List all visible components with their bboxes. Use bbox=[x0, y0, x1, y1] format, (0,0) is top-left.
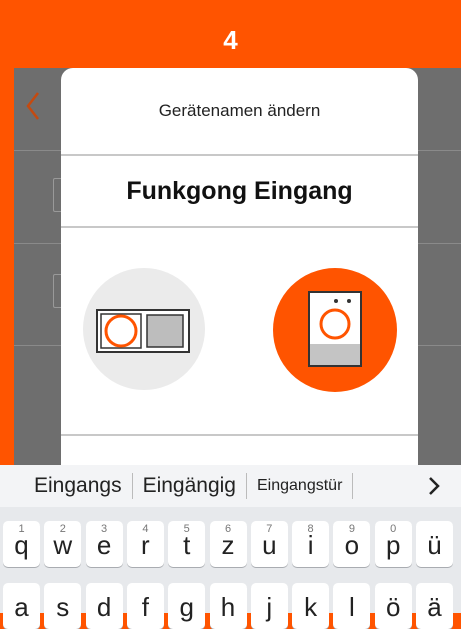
key-i[interactable]: 8i bbox=[292, 521, 330, 567]
key-label: j bbox=[266, 592, 273, 622]
key-w[interactable]: 2w bbox=[44, 521, 82, 567]
suggestion-bar: Eingangs Eingängig Eingangstür bbox=[0, 465, 461, 507]
rename-device-dialog: Gerätenamen ändern Funkgong Eingang bbox=[61, 68, 418, 465]
key-label: a bbox=[14, 592, 29, 622]
suggestion-separator bbox=[131, 473, 133, 499]
key-label: h bbox=[220, 592, 236, 622]
step-number: 4 bbox=[223, 24, 238, 55]
step-indicator: 4 bbox=[0, 12, 461, 68]
key-label: r bbox=[141, 530, 150, 560]
key-label: e bbox=[96, 530, 112, 560]
key-g[interactable]: g bbox=[168, 583, 206, 629]
background-divider bbox=[418, 345, 461, 346]
key-label: k bbox=[304, 592, 318, 622]
key-ä[interactable]: ä bbox=[416, 583, 453, 629]
key-q[interactable]: 1q bbox=[3, 521, 40, 567]
key-r[interactable]: 4r bbox=[126, 521, 164, 567]
key-u[interactable]: 7u bbox=[250, 521, 288, 567]
suggestion-separator bbox=[246, 473, 247, 499]
key-label: ü bbox=[427, 530, 442, 560]
device-option-doorbell[interactable] bbox=[273, 268, 397, 392]
key-k[interactable]: k bbox=[292, 583, 330, 629]
suggestion-2[interactable]: Eingängig bbox=[143, 474, 236, 498]
divider bbox=[61, 434, 418, 436]
key-l[interactable]: l bbox=[333, 583, 371, 629]
key-label: ä bbox=[427, 592, 442, 622]
key-label: q bbox=[14, 530, 29, 560]
key-label: p bbox=[385, 530, 401, 560]
doorbell-device-icon bbox=[308, 291, 362, 367]
device-name-field[interactable]: Funkgong Eingang bbox=[61, 156, 418, 226]
key-label: o bbox=[344, 530, 360, 560]
suggestion-3[interactable]: Eingangstür bbox=[257, 477, 342, 495]
back-chevron-icon[interactable] bbox=[18, 88, 50, 124]
key-ü[interactable]: ü bbox=[416, 521, 453, 567]
keyboard-row-1: 1q2w3e4r5t6z7u8i9o0p ü bbox=[0, 521, 461, 567]
key-label: t bbox=[183, 530, 191, 560]
onscreen-keyboard: Eingangs Eingängig Eingangstür 1q2w3e4r5… bbox=[0, 465, 461, 629]
chevron-right-icon[interactable] bbox=[417, 469, 451, 503]
background-divider bbox=[418, 243, 461, 244]
key-label: z bbox=[221, 530, 235, 560]
key-a[interactable]: a bbox=[3, 583, 40, 629]
key-t[interactable]: 5t bbox=[168, 521, 206, 567]
step-header: 4 bbox=[0, 0, 461, 68]
key-h[interactable]: h bbox=[209, 583, 247, 629]
key-label: g bbox=[179, 592, 194, 622]
key-e[interactable]: 3e bbox=[85, 521, 123, 567]
key-label: w bbox=[53, 530, 73, 560]
key-p[interactable]: 0p bbox=[374, 521, 412, 567]
key-label: l bbox=[349, 592, 355, 622]
dialog-title: Gerätenamen ändern bbox=[158, 101, 321, 120]
background-divider bbox=[14, 243, 61, 244]
chime-device-icon bbox=[96, 309, 190, 353]
key-label: f bbox=[141, 592, 149, 622]
device-option-chime[interactable] bbox=[83, 268, 205, 390]
keyboard-row-2: asdfghj k löä bbox=[0, 583, 461, 629]
background-divider bbox=[14, 150, 61, 151]
key-j[interactable]: j bbox=[250, 583, 288, 629]
key-z[interactable]: 6z bbox=[209, 521, 247, 567]
key-label: ö bbox=[385, 592, 401, 622]
key-f[interactable]: f bbox=[126, 583, 164, 629]
key-label: i bbox=[307, 530, 314, 560]
key-o[interactable]: 9o bbox=[333, 521, 371, 567]
suggestion-1[interactable]: Eingangs bbox=[34, 474, 122, 498]
key-d[interactable]: d bbox=[85, 583, 123, 629]
background-divider bbox=[14, 345, 61, 346]
key-label: s bbox=[56, 592, 70, 622]
key-s[interactable]: s bbox=[44, 583, 82, 629]
suggestion-separator bbox=[352, 473, 354, 499]
background-divider bbox=[418, 150, 461, 151]
key-label: d bbox=[96, 592, 112, 622]
divider bbox=[61, 226, 418, 228]
key-ö[interactable]: ö bbox=[374, 583, 412, 629]
key-label: u bbox=[262, 530, 277, 560]
